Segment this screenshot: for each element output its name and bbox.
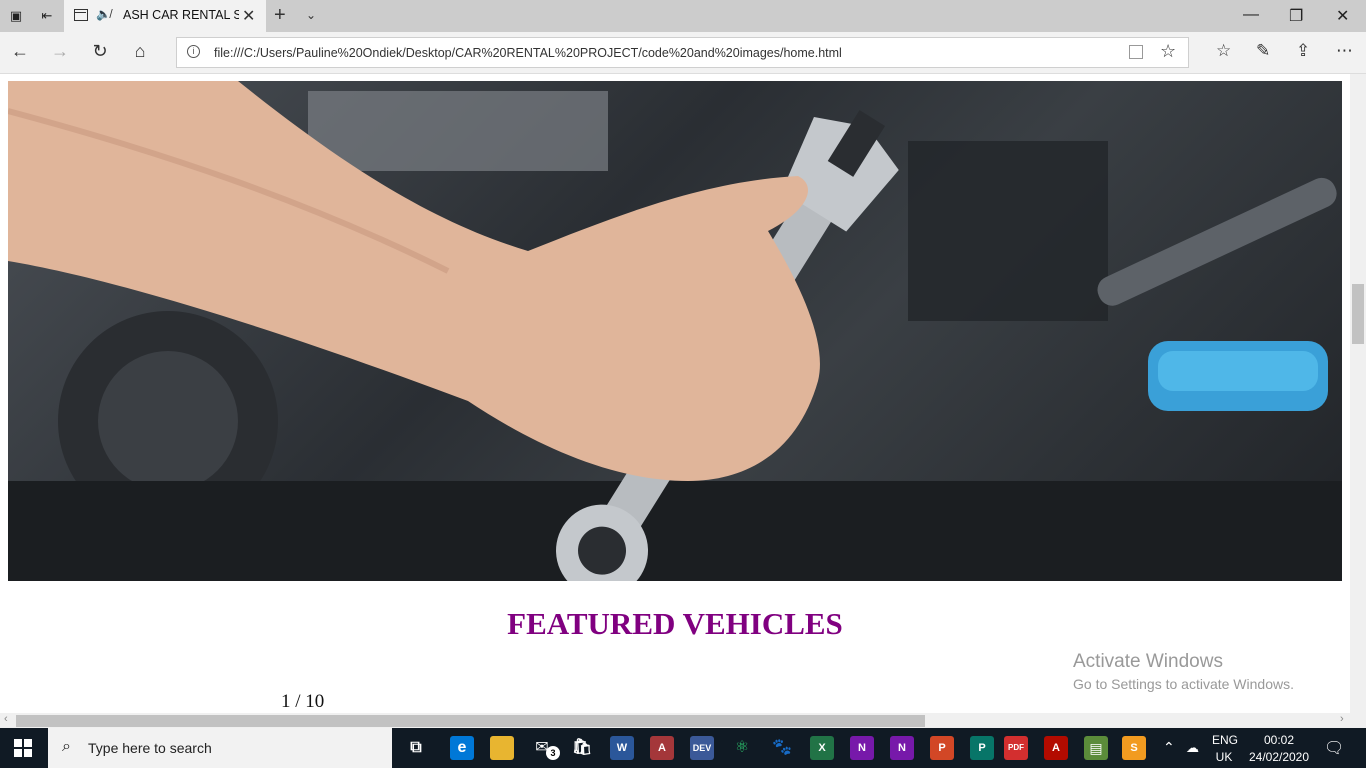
scroll-left-arrow-icon[interactable]: ‹ — [4, 713, 8, 725]
search-placeholder[interactable]: Type here to search — [88, 740, 212, 756]
watermark-title: Activate Windows — [1073, 651, 1223, 672]
browser-tab-bar: ▣ ⇤ 🔈̸ ASH CAR RENTAL S ✕ + ⌄ — ❐ ✕ — [0, 0, 1366, 32]
notification-center-icon[interactable]: 🗨 — [1324, 738, 1344, 758]
hero-image — [8, 81, 1342, 581]
horizontal-scrollbar[interactable]: ‹ › — [0, 713, 1366, 728]
close-tab-icon[interactable]: ✕ — [242, 6, 255, 26]
minimize-button[interactable]: — — [1243, 6, 1259, 24]
word-icon[interactable]: W — [610, 736, 634, 760]
more-icon[interactable]: ⋯ — [1336, 41, 1353, 61]
search-icon: ⌕ — [62, 738, 71, 755]
tab-title: ASH CAR RENTAL S — [123, 8, 239, 22]
page-icon — [74, 9, 88, 21]
acrobat-icon[interactable]: A — [1044, 736, 1068, 760]
address-bar[interactable]: i file:///C:/Users/Pauline%20Ondiek/Desk… — [176, 37, 1189, 68]
onenote-icon[interactable]: N — [850, 736, 874, 760]
close-window-button[interactable]: ✕ — [1336, 6, 1349, 26]
refresh-button[interactable]: ↻ — [88, 41, 112, 62]
mail-badge: 3 — [546, 746, 560, 760]
hero-illustration — [8, 81, 1342, 581]
home-button[interactable]: ⌂ — [128, 41, 152, 62]
show-hidden-icons-chevron-icon[interactable]: ⌃ — [1163, 739, 1175, 756]
clock[interactable]: 00:02 24/02/2020 — [1248, 733, 1310, 764]
network-icon[interactable]: ☁ — [1186, 740, 1199, 756]
language-bottom: UK — [1215, 750, 1233, 764]
activate-windows-watermark: Activate Windows Go to Settings to activ… — [1073, 651, 1294, 692]
featured-vehicles-heading: FEATURED VEHICLES — [507, 606, 843, 641]
pdf-icon[interactable]: PDF — [1004, 736, 1028, 760]
restore-button[interactable]: ❐ — [1289, 6, 1303, 26]
pen-icon[interactable]: ✎ — [1256, 41, 1270, 61]
forward-button[interactable]: → — [48, 41, 72, 62]
mute-icon[interactable]: 🔈̸ — [96, 7, 111, 21]
language-indicator[interactable]: ENG UK — [1212, 733, 1239, 764]
share-icon[interactable]: ⇪ — [1296, 41, 1310, 61]
browser-nav-bar: ← → ↻ ⌂ i file:///C:/Users/Pauline%20Ond… — [0, 32, 1366, 74]
file-explorer-icon[interactable] — [490, 736, 514, 760]
tab-active[interactable]: 🔈̸ ASH CAR RENTAL S ✕ — [64, 0, 266, 32]
scroll-right-arrow-icon[interactable]: › — [1340, 713, 1344, 725]
taskbar-search[interactable]: ⌕ Type here to search — [48, 728, 392, 768]
sublime-icon[interactable]: S — [1122, 736, 1146, 760]
devc-icon[interactable]: DEV — [690, 736, 714, 760]
horizontal-scroll-thumb[interactable] — [16, 715, 925, 727]
language-top: ENG — [1212, 733, 1239, 747]
task-view-icon[interactable]: ⧉ — [404, 736, 428, 760]
edge-icon[interactable]: e — [450, 736, 474, 760]
windows-start-icon[interactable] — [14, 739, 32, 757]
store-icon[interactable]: 🛍 — [570, 736, 594, 760]
new-tab-button[interactable]: + — [274, 4, 286, 27]
address-url[interactable]: file:///C:/Users/Pauline%20Ondiek/Deskto… — [214, 46, 842, 60]
clock-time: 00:02 — [1263, 733, 1295, 747]
windows-taskbar: ⌕ Type here to search ⧉ e ✉ 3 🛍 W A DEV … — [0, 728, 1366, 768]
atom-icon[interactable]: ⚛ — [730, 736, 754, 760]
excel-icon[interactable]: X — [810, 736, 834, 760]
android-icon[interactable]: ▤ — [1084, 736, 1108, 760]
site-info-icon[interactable]: i — [187, 45, 200, 58]
watermark-subtitle: Go to Settings to activate Windows. — [1073, 676, 1294, 692]
tab-preview-chevron-icon[interactable]: ⌄ — [306, 8, 316, 22]
vertical-scrollbar[interactable] — [1350, 74, 1366, 713]
reading-view-icon[interactable] — [1129, 45, 1143, 59]
vertical-scroll-thumb[interactable] — [1352, 284, 1364, 344]
slide-counter: 1 / 10 — [281, 691, 325, 712]
powerpoint-icon[interactable]: P — [930, 736, 954, 760]
add-favorite-star-icon[interactable]: ☆ — [1160, 41, 1176, 62]
set-aside-tabs-icon[interactable]: ⇤ — [38, 7, 56, 25]
favorites-icon[interactable]: ☆ — [1216, 41, 1231, 61]
page-viewport: FEATURED VEHICLES 1 / 10 — [0, 74, 1350, 713]
publisher-icon[interactable]: P — [970, 736, 994, 760]
access-icon[interactable]: A — [650, 736, 674, 760]
gimp-icon[interactable]: 🐾 — [770, 736, 794, 760]
back-button[interactable]: ← — [8, 41, 32, 62]
onenote-2016-icon[interactable]: N — [890, 736, 914, 760]
clock-date: 24/02/2020 — [1248, 750, 1310, 764]
tab-actions-icon[interactable]: ▣ — [7, 7, 25, 25]
